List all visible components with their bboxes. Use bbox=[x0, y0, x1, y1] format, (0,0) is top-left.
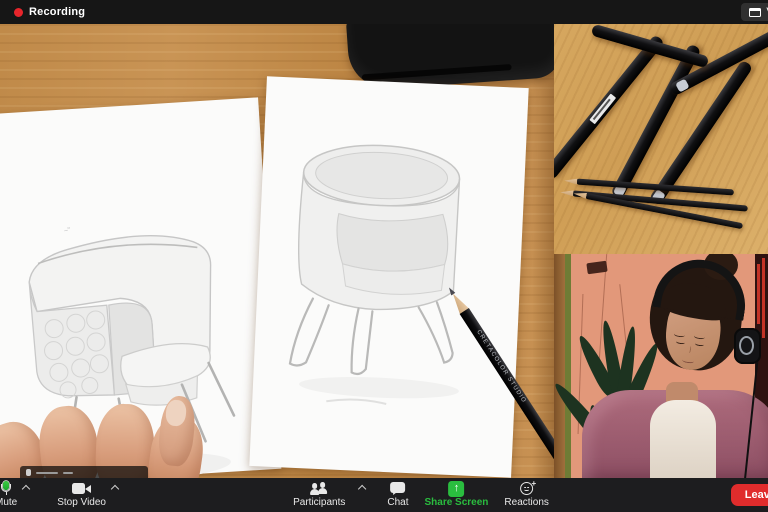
stop-video-button[interactable]: Stop Video bbox=[53, 478, 110, 512]
mute-button[interactable]: Mute bbox=[0, 478, 21, 512]
headphones-earcup bbox=[734, 328, 761, 364]
presenter-video-tile[interactable] bbox=[554, 254, 768, 478]
stop-video-label: Stop Video bbox=[57, 497, 106, 508]
label-text-blur bbox=[36, 472, 58, 474]
meeting-toolbar: Mute Stop Video Participants bbox=[0, 478, 768, 512]
mute-chevron-up-icon[interactable] bbox=[22, 485, 30, 493]
view-button[interactable]: View bbox=[741, 3, 768, 21]
leave-button[interactable]: Leave bbox=[731, 484, 768, 506]
participant-name-label bbox=[20, 466, 148, 478]
wood-beam bbox=[554, 254, 565, 478]
microphone-icon bbox=[0, 481, 13, 496]
chat-label: Chat bbox=[387, 497, 408, 508]
video-chevron-up-icon[interactable] bbox=[111, 485, 119, 493]
meeting-top-bar: Recording View bbox=[0, 0, 768, 24]
white-turtleneck bbox=[650, 400, 716, 478]
reactions-label: Reactions bbox=[504, 497, 548, 508]
barrel-chair-sketch bbox=[266, 115, 509, 425]
sketch-paper-right bbox=[249, 76, 528, 477]
reactions-smiley-icon: + bbox=[520, 482, 533, 495]
mic-status-icon bbox=[26, 469, 31, 476]
zoom-meeting-window: Recording View ~" bbox=[0, 0, 768, 512]
recording-label: Recording bbox=[29, 6, 85, 18]
share-screen-label: Share Screen bbox=[424, 497, 488, 508]
chat-bubble-icon bbox=[390, 482, 405, 495]
pens-video-tile[interactable] bbox=[554, 24, 768, 254]
share-screen-icon: ↑ bbox=[448, 481, 464, 497]
label-text-blur bbox=[63, 472, 73, 474]
video-camera-icon bbox=[72, 483, 91, 494]
frame-edge bbox=[565, 254, 571, 478]
leave-label: Leave bbox=[745, 489, 768, 501]
chat-button[interactable]: Chat bbox=[383, 478, 412, 512]
participants-button[interactable]: Participants bbox=[289, 478, 349, 512]
share-screen-button[interactable]: ↑ Share Screen bbox=[420, 478, 492, 512]
participants-label: Participants bbox=[293, 497, 345, 508]
main-video-tile[interactable]: ~" bbox=[0, 24, 554, 478]
view-grid-icon bbox=[749, 8, 761, 17]
reactions-button[interactable]: + Reactions bbox=[500, 478, 552, 512]
video-stage: ~" bbox=[0, 24, 768, 478]
participants-icon bbox=[310, 482, 328, 495]
participants-chevron-up-icon[interactable] bbox=[358, 485, 366, 493]
mute-label: Mute bbox=[0, 497, 17, 508]
pencil-lead bbox=[447, 286, 456, 295]
earcup-ring bbox=[739, 336, 754, 355]
recording-indicator: Recording bbox=[14, 6, 85, 18]
recording-dot-icon bbox=[14, 8, 23, 17]
